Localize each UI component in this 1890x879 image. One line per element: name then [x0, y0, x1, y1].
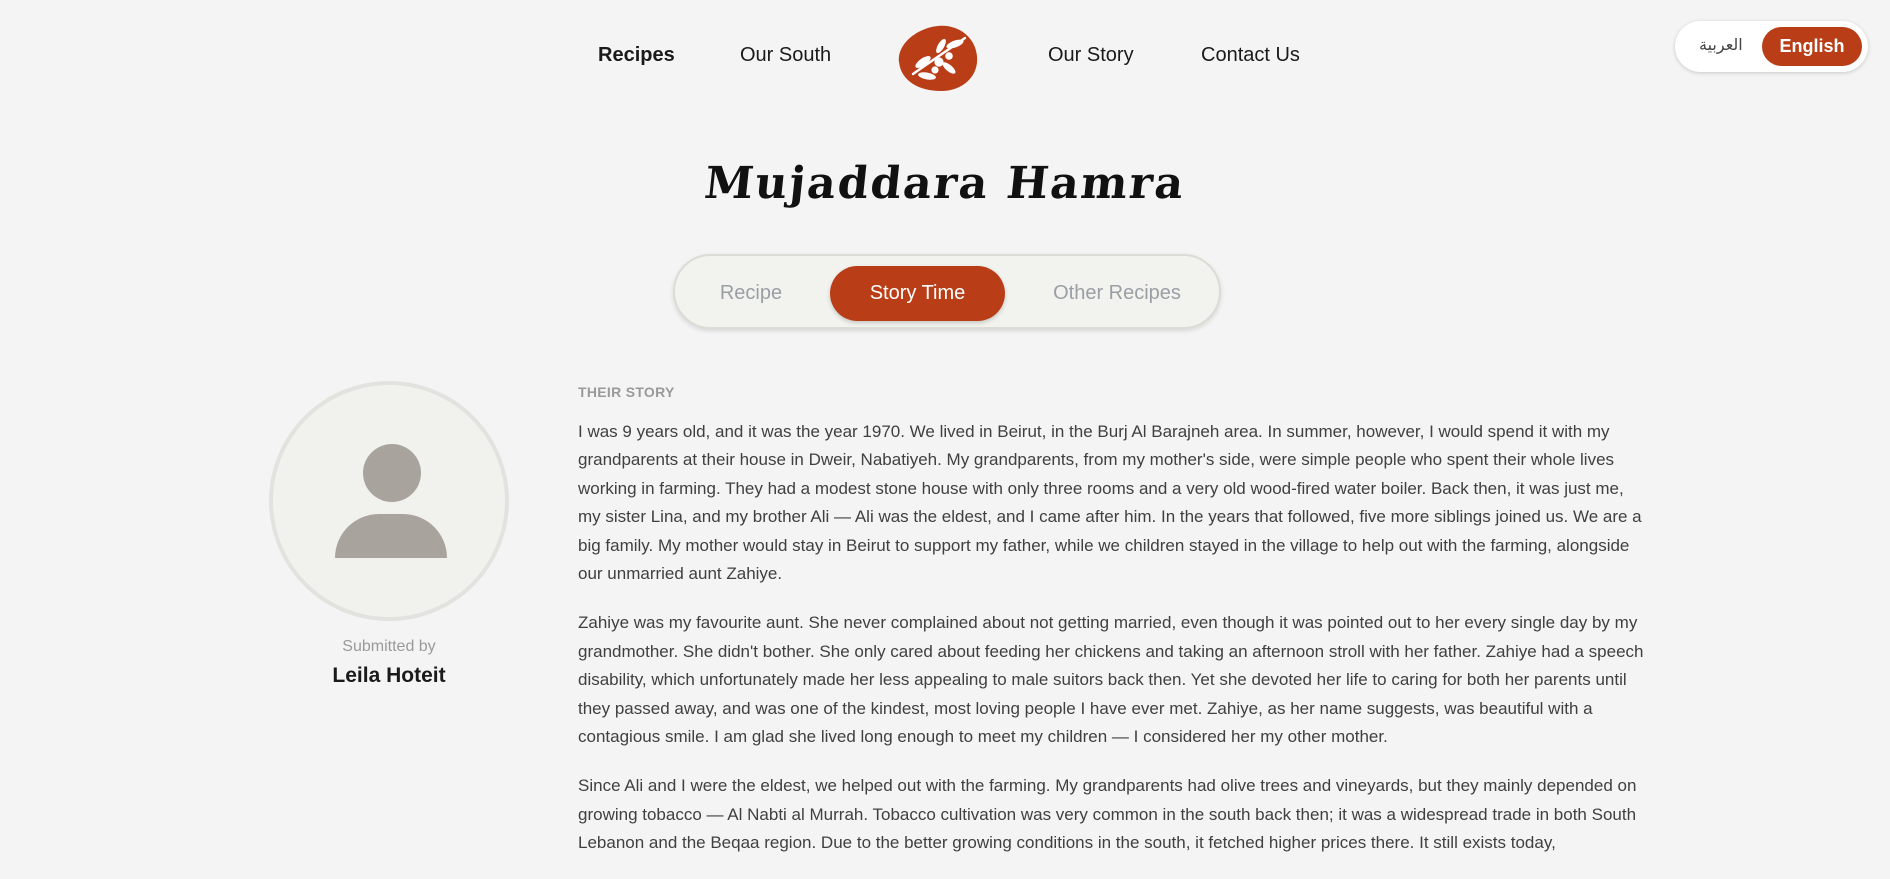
story-body: I was 9 years old, and it was the year 1… [578, 418, 1646, 879]
nav-link-contact-us[interactable]: Contact Us [1201, 44, 1300, 67]
avatar-head [363, 444, 421, 502]
language-option-arabic[interactable]: العربية [1699, 35, 1743, 54]
user-avatar-icon [269, 381, 509, 621]
tab-recipe[interactable]: Recipe [705, 266, 797, 321]
recipe-title: Mujaddara Hamra [702, 158, 1188, 209]
language-switcher: العربية English [1675, 21, 1868, 72]
nav-link-our-south[interactable]: Our South [740, 44, 831, 67]
tab-story-time[interactable]: Story Time [830, 266, 1005, 321]
story-paragraph: Zahiye was my favourite aunt. She never … [578, 613, 1644, 747]
recipe-tabs: Recipe Story Time Other Recipes [673, 254, 1221, 329]
avatar-body [335, 514, 447, 558]
top-navigation: Recipes Our South Our Story Contact Us ا… [0, 0, 1890, 116]
story-paragraph: Since Ali and I were the eldest, we help… [578, 776, 1637, 853]
olive-branch-icon[interactable] [897, 24, 979, 92]
story-heading: THEIR STORY [578, 384, 675, 400]
nav-link-recipes[interactable]: Recipes [598, 44, 675, 67]
nav-link-our-story[interactable]: Our Story [1048, 44, 1134, 67]
story-paragraph: I was 9 years old, and it was the year 1… [578, 422, 1642, 584]
submitted-by-label: Submitted by [342, 638, 436, 655]
author-name: Leila Hoteit [332, 664, 446, 687]
tab-other-recipes[interactable]: Other Recipes [1032, 266, 1202, 321]
language-option-english[interactable]: English [1762, 27, 1862, 66]
